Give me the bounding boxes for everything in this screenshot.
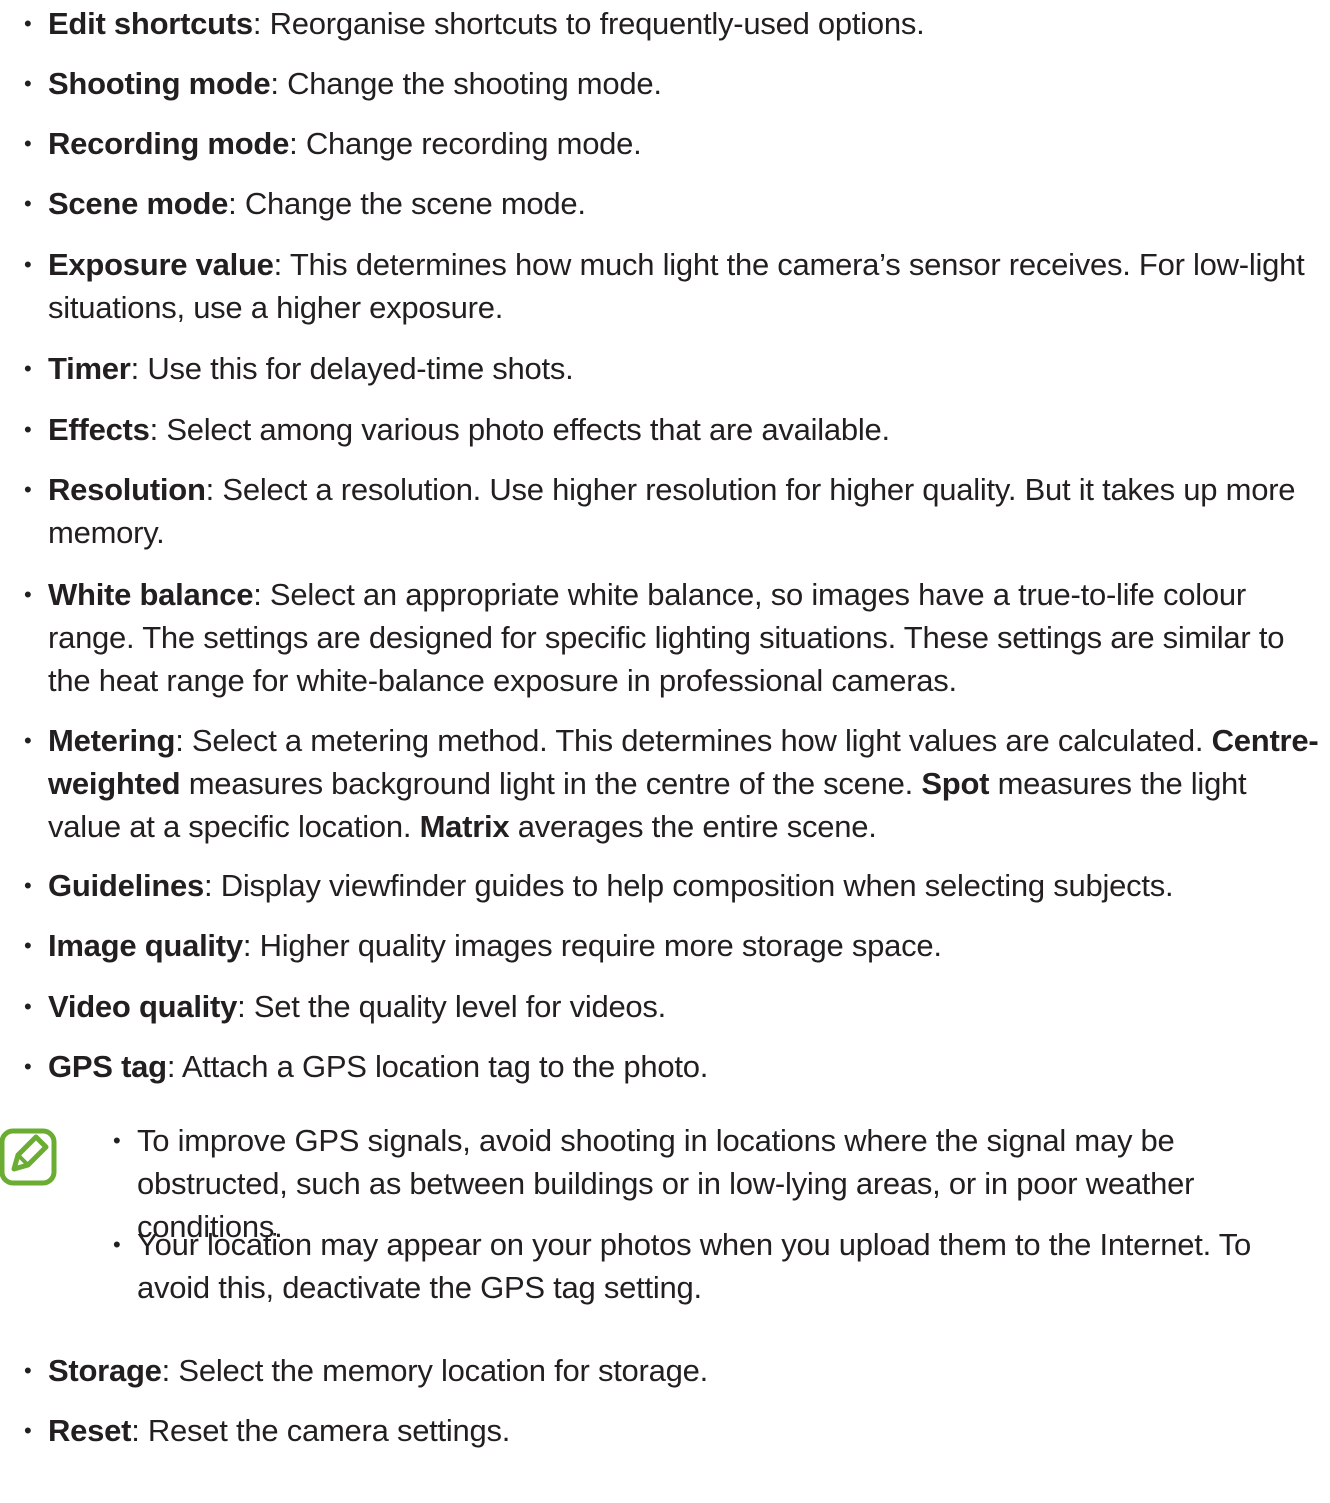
item-description: : Select a metering method. This determi… [175,723,1212,758]
bullet: • [24,1358,32,1383]
item-description: : Set the quality level for videos. [237,989,667,1024]
bullet: • [113,1232,121,1257]
list-item-shooting-mode: • Shooting mode: Change the shooting mod… [0,62,1320,105]
bullet: • [113,1128,121,1153]
item-term: Reset [48,1413,132,1448]
item-description: : Display viewfinder guides to help comp… [203,868,1174,903]
item-term: Effects [48,412,150,447]
bullet: • [24,1054,32,1079]
bullet: • [24,873,32,898]
bullet: • [24,131,32,156]
item-description: : Attach a GPS location tag to the photo… [166,1049,709,1084]
item-description: averages the entire scene. [509,809,877,844]
list-item-video-quality: • Video quality: Set the quality level f… [0,985,1320,1028]
item-description: : Reset the camera settings. [131,1413,511,1448]
bullet: • [24,477,32,502]
item-term: Image quality [48,928,243,963]
list-item-timer: • Timer: Use this for delayed-time shots… [0,347,1320,390]
bullet: • [24,728,32,753]
item-description: : Select among various photo effects tha… [149,412,890,447]
item-term: Metering [48,723,176,758]
item-term: Edit shortcuts [48,6,253,41]
bullet: • [24,933,32,958]
list-item-edit-shortcuts: • Edit shortcuts: Reorganise shortcuts t… [0,2,1320,45]
list-item-resolution: • Resolution: Select a resolution. Use h… [0,468,1320,554]
item-description: : Change the shooting mode. [270,66,662,101]
item-term: Video quality [48,989,238,1024]
list-item-guidelines: • Guidelines: Display viewfinder guides … [0,864,1320,907]
list-item-white-balance: • White balance: Select an appropriate w… [0,573,1320,702]
item-term: Shooting mode [48,66,271,101]
item-description: : Change recording mode. [289,126,642,161]
item-term: Guidelines [48,868,204,903]
item-description: : Change the scene mode. [228,186,586,221]
list-item-reset: • Reset: Reset the camera settings. [0,1409,1320,1452]
bullet: • [24,191,32,216]
bullet: • [24,11,32,36]
list-item-metering: • Metering: Select a metering method. Th… [0,719,1320,848]
item-term: Storage [48,1353,162,1388]
item-term: White balance [48,577,254,612]
item-term: Scene mode [48,186,229,221]
item-description: : Select the memory location for storage… [161,1353,709,1388]
bullet: • [24,356,32,381]
term-matrix: Matrix [419,809,510,844]
item-term: Timer [48,351,131,386]
list-item-storage: • Storage: Select the memory location fo… [0,1349,1320,1392]
list-item-effects: • Effects: Select among various photo ef… [0,408,1320,451]
item-description: : Select a resolution. Use higher resolu… [48,472,1296,550]
item-term: GPS tag [48,1049,167,1084]
list-item-scene-mode: • Scene mode: Change the scene mode. [0,182,1320,225]
bullet: • [24,994,32,1019]
term-spot: Spot [921,766,990,801]
list-item-exposure-value: • Exposure value: This determines how mu… [0,243,1320,329]
list-item-gps-tag: • GPS tag: Attach a GPS location tag to … [0,1045,1320,1088]
item-description: : Higher quality images require more sto… [242,928,942,963]
list-item-recording-mode: • Recording mode: Change recording mode. [0,122,1320,165]
list-item-image-quality: • Image quality: Higher quality images r… [0,924,1320,967]
bullet: • [24,417,32,442]
item-description: : Reorganise shortcuts to frequently-use… [252,6,925,41]
bullet: • [24,71,32,96]
manual-page: • Edit shortcuts: Reorganise shortcuts t… [0,0,1330,1503]
bullet: • [24,582,32,607]
note-item-location-privacy: • Your location may appear on your photo… [0,1223,1320,1309]
bullet: • [24,1418,32,1443]
item-term: Exposure value [48,247,274,282]
item-term: Resolution [48,472,206,507]
bullet: • [24,252,32,277]
item-description: : Use this for delayed-time shots. [130,351,574,386]
note-text: Your location may appear on your photos … [137,1227,1251,1305]
item-term: Recording mode [48,126,290,161]
item-description: measures background light in the centre … [180,766,922,801]
